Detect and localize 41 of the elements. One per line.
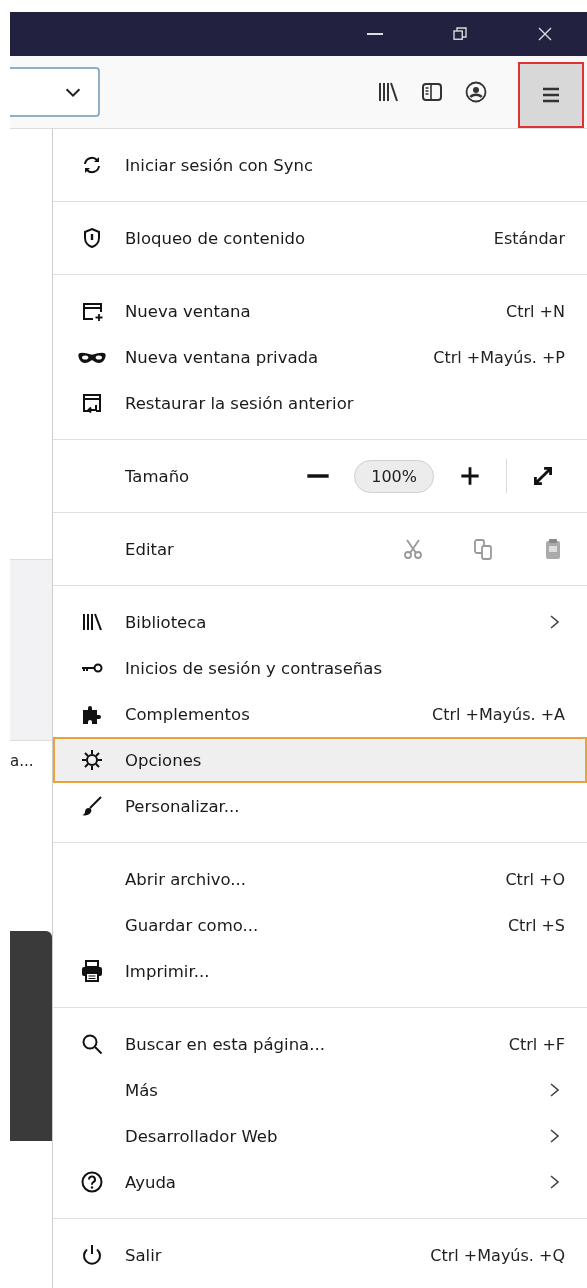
account-icon [464,80,488,104]
menu-item[interactable]: Nueva ventana privada Ctrl +Mayús. +P [53,334,587,380]
menu-item[interactable]: Ayuda [53,1159,587,1205]
menu-item[interactable]: Salir Ctrl +Mayús. +Q [53,1232,587,1278]
minimize-icon [365,32,384,36]
menu-item[interactable]: Inicios de sesión y contraseñas [53,645,587,691]
scissors-icon [401,537,425,561]
menu-item[interactable]: Guardar como... Ctrl +S [53,902,587,948]
menu-button[interactable] [518,62,584,128]
menu-item[interactable]: Imprimir... [53,948,587,994]
minus-icon [307,474,330,478]
menu-item[interactable]: Iniciar sesión con Sync [53,142,587,188]
page-text: a... [10,751,35,772]
menu-item[interactable]: Complementos Ctrl +Mayús. +A [53,691,587,737]
menu-item[interactable]: Nueva ventana Ctrl +N [53,288,587,334]
menu-item[interactable]: Más [53,1067,587,1113]
shortcut-text: Ctrl +O [505,869,565,889]
menu-item[interactable]: Opciones [53,737,587,783]
menu-item[interactable]: Buscar en esta página... Ctrl +F [53,1021,587,1067]
shortcut-text: Ctrl +N [506,301,565,321]
menu-item[interactable]: Personalizar... [53,783,587,829]
shortcut-text: Ctrl +Mayús. +P [433,347,565,367]
sidebar-icon [420,80,444,104]
edit-label: Editar [125,539,175,559]
menu-item[interactable]: Biblioteca [53,599,587,645]
dropdown-field[interactable] [10,67,100,117]
shortcut-text: Ctrl +F [508,1034,565,1054]
menu-item[interactable]: Desarrollador Web [53,1113,587,1159]
zoom-reset-button[interactable]: 100% [354,459,434,493]
shortcut-text: Ctrl +S [507,915,565,935]
library-icon [376,80,400,104]
status-value: Estándar [493,228,565,248]
zoom-label: Tamaño [125,466,191,486]
menu-item[interactable]: Restaurar la sesión anterior [53,380,587,426]
copy-icon [471,537,495,561]
menu-item[interactable]: Bloqueo de contenido Estándar [53,215,587,261]
shortcut-text: Ctrl +Mayús. +A [431,704,565,724]
mask-icon [77,350,107,364]
restore-icon [450,25,469,43]
menu-item[interactable]: Abrir archivo... Ctrl +O [53,856,587,902]
shortcut-text: Ctrl +Mayús. +Q [430,1245,565,1265]
